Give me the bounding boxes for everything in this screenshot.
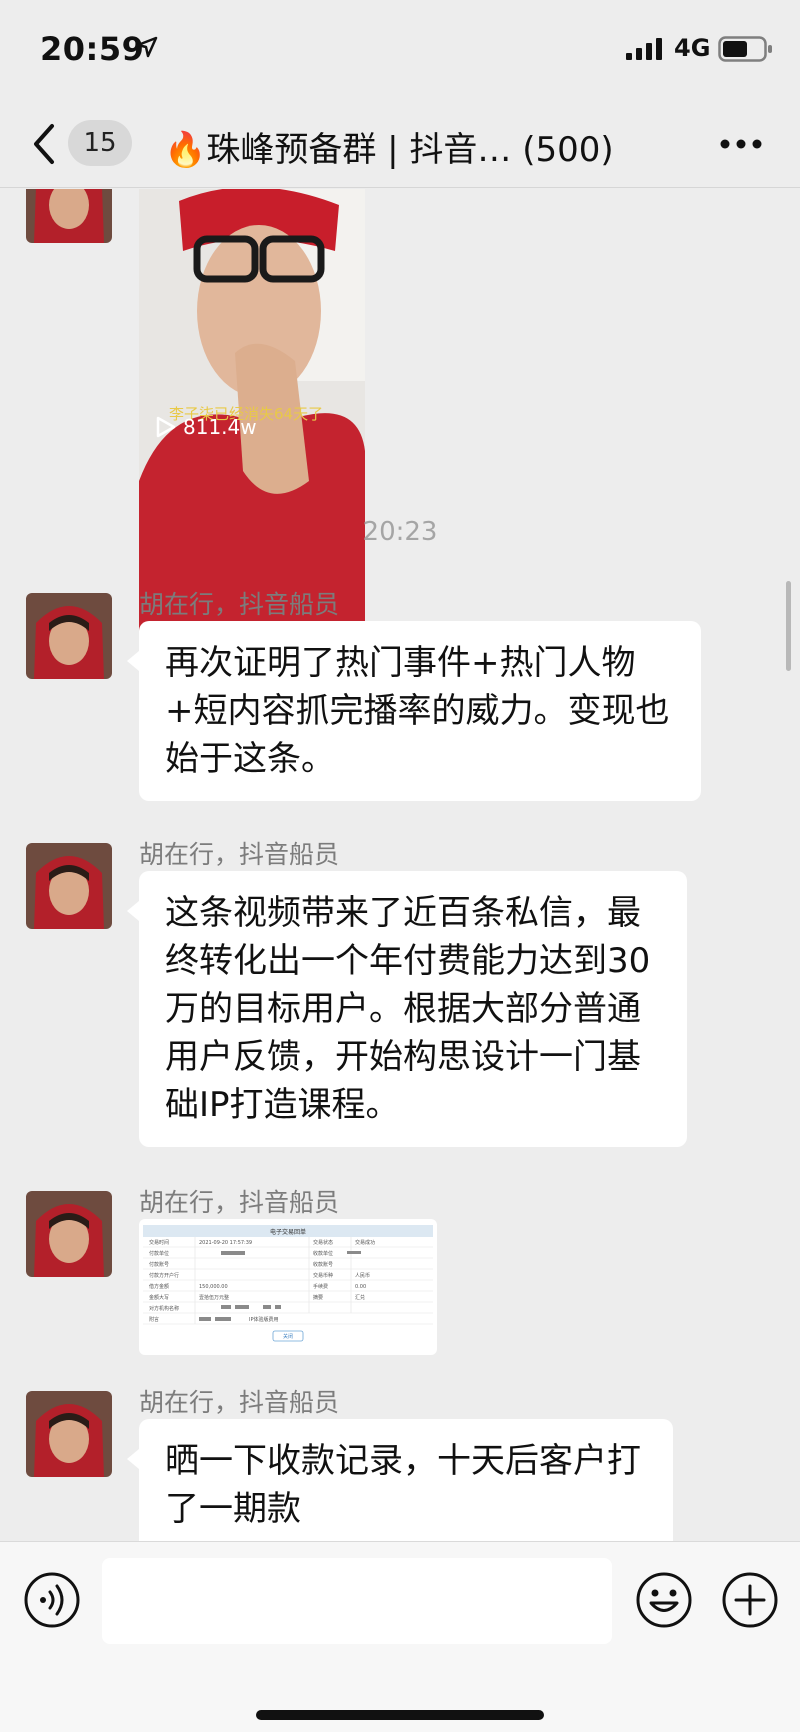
receipt-label: 金额大写: [149, 1294, 169, 1301]
sender-name: 胡在行，抖音船员: [139, 1188, 340, 1217]
receipt-header: 电子交易回单: [270, 1228, 306, 1236]
receipt-label: 收款账号: [313, 1261, 333, 1268]
sender-name: 胡在行，抖音船员: [139, 840, 340, 869]
receipt-close-button: 关闭: [283, 1333, 293, 1340]
avatar[interactable]: [26, 1191, 112, 1277]
message-bubble[interactable]: 这条视频带来了近百条私信，最终转化出一个年付费能力达到30万的目标用户。根据大部…: [127, 871, 687, 1147]
receipt-label: 摘要: [313, 1294, 323, 1301]
receipt-label: 收款单位: [313, 1250, 333, 1257]
scrollbar[interactable]: [786, 581, 791, 671]
chat-header: 15 🔥珠峰预备群 | 抖音… (500): [0, 100, 800, 188]
unread-count-badge[interactable]: 15: [68, 120, 132, 166]
emoji-icon[interactable]: [634, 1570, 694, 1630]
voice-input-icon[interactable]: [22, 1570, 82, 1630]
receipt-value: 2021-09-20 17:57:39: [199, 1240, 252, 1246]
network-type: 4G: [674, 34, 711, 62]
receipt-table: 电子交易回单 交易时间 2021-09-20 17:57:39 交易状态 交易成…: [143, 1225, 433, 1342]
back-chevron-icon[interactable]: [30, 122, 58, 166]
receipt-label: 对方机构名称: [149, 1305, 179, 1312]
receipt-value: 壹拾伍万元整: [199, 1294, 229, 1301]
input-bar: [0, 1541, 800, 1732]
play-icon: [156, 416, 176, 438]
location-arrow-icon: [136, 36, 158, 58]
receipt-label: 交易状态: [313, 1239, 333, 1246]
receipt-label: 付款单位: [149, 1250, 169, 1257]
receipt-value: 交易成功: [355, 1239, 375, 1246]
sender-name: 胡在行，抖音船员: [139, 1388, 340, 1417]
status-bar: 20:59 4G: [0, 0, 800, 100]
avatar[interactable]: [26, 189, 112, 243]
battery-icon: [718, 36, 772, 62]
avatar-image: [26, 1191, 112, 1277]
play-count: 811.4w: [155, 415, 257, 439]
receipt-label: 付款方开户行: [149, 1272, 179, 1279]
cellular-signal-icon: [626, 38, 662, 60]
receipt-value: 汇兑: [355, 1294, 365, 1301]
receipt-label: 手续费: [313, 1283, 328, 1290]
receipt-label: 交易币种: [313, 1272, 333, 1279]
receipt-image[interactable]: 电子交易回单 交易时间 2021-09-20 17:57:39 交易状态 交易成…: [139, 1219, 437, 1355]
message-bubble[interactable]: 晒一下收款记录，十天后客户打了一期款: [127, 1419, 673, 1541]
avatar-image: [26, 1391, 112, 1477]
receipt-value: 0.00: [355, 1284, 366, 1290]
sender-name: 胡在行，抖音船员: [139, 590, 340, 619]
receipt-value: 人民币: [355, 1272, 370, 1279]
play-count-value: 811.4w: [183, 415, 257, 439]
avatar[interactable]: [26, 593, 112, 679]
receipt-label: 借方金额: [149, 1283, 169, 1290]
message-input[interactable]: [102, 1558, 612, 1644]
receipt-label: 付款账号: [149, 1261, 169, 1268]
home-indicator: [256, 1710, 544, 1720]
message-timestamp: 20:23: [362, 517, 438, 547]
receipt-value: 150,000.00: [199, 1284, 228, 1290]
more-options-icon[interactable]: [720, 138, 762, 150]
status-time: 20:59: [40, 30, 145, 68]
receipt-label: 交易时间: [149, 1239, 169, 1246]
message-bubble[interactable]: 再次证明了热门事件+热门人物+短内容抓完播率的威力。变现也始于这条。: [127, 621, 701, 801]
video-thumbnail[interactable]: 李子柒已经消失64天了 811.4w: [139, 189, 365, 651]
plus-icon[interactable]: [720, 1570, 780, 1630]
avatar[interactable]: [26, 1391, 112, 1477]
chat-history[interactable]: 李子柒已经消失64天了 811.4w 20:23 胡在行，抖音船员 再次证明了热…: [0, 189, 800, 1541]
avatar-image: [26, 593, 112, 679]
avatar[interactable]: [26, 843, 112, 929]
receipt-label: 附言: [149, 1316, 159, 1323]
avatar-image: [26, 843, 112, 929]
receipt-value: IP体验版费用: [249, 1316, 279, 1323]
avatar-image: [26, 189, 112, 243]
group-title: 🔥珠峰预备群 | 抖音… (500): [164, 130, 614, 170]
